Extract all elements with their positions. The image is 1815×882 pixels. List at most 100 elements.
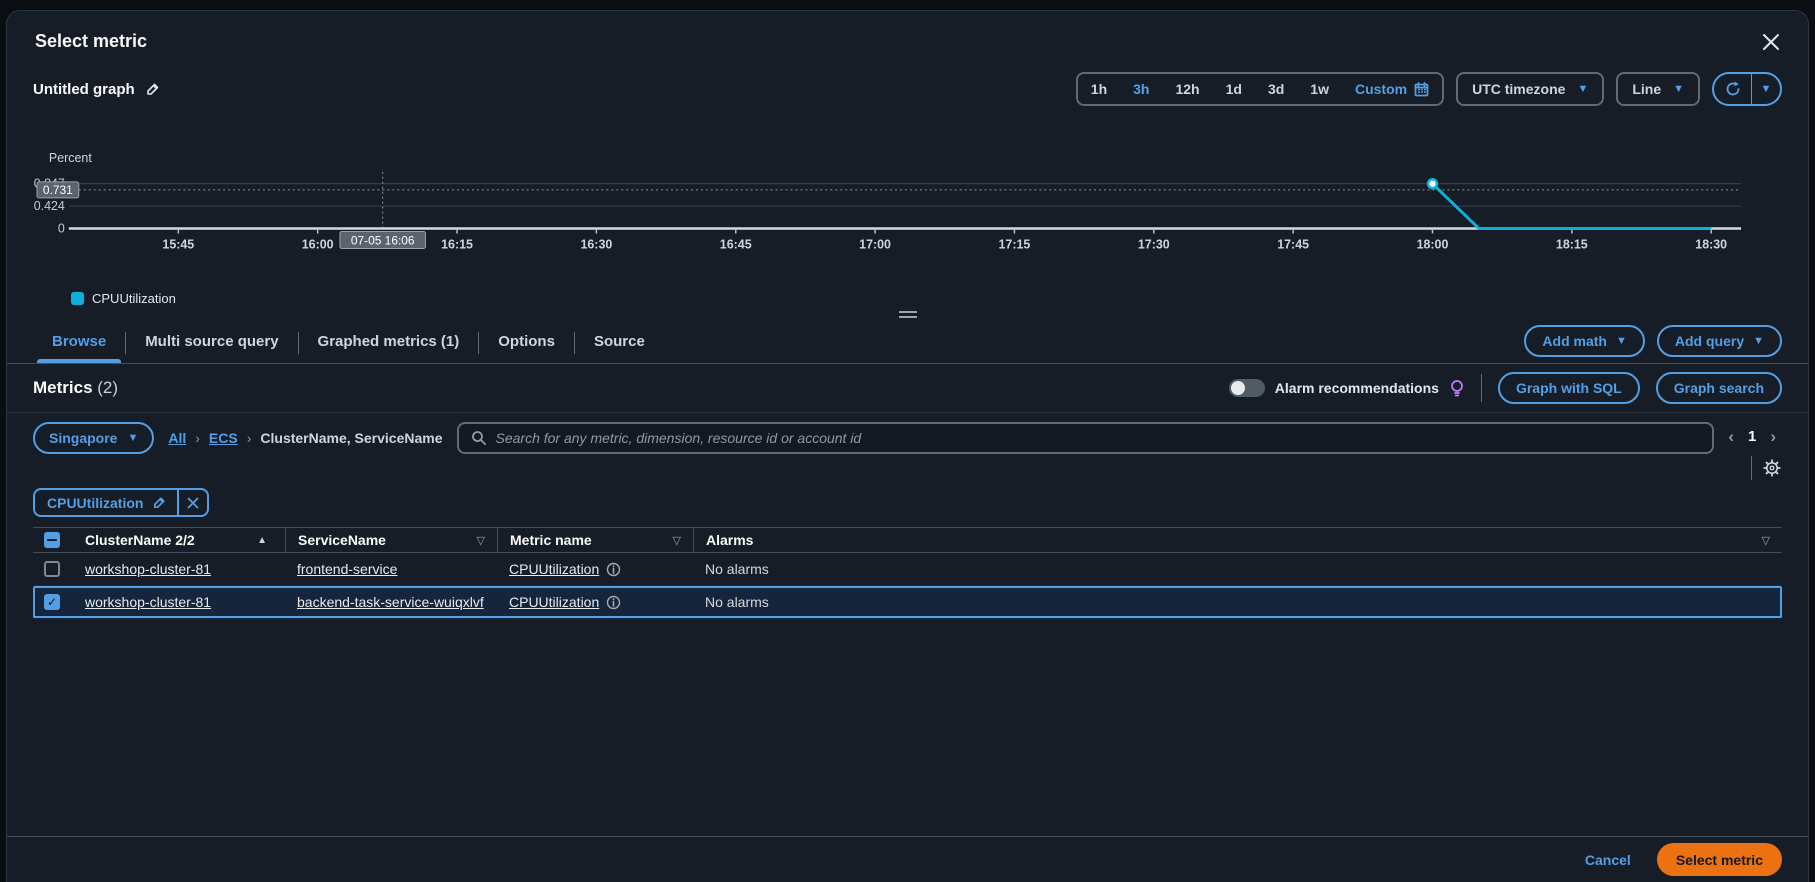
table-row-selected[interactable]: ✓ workshop-cluster-81 backend-task-servi… bbox=[33, 586, 1782, 619]
x-tick-label: 17:30 bbox=[1138, 237, 1170, 251]
chevron-down-icon: ▼ bbox=[1577, 83, 1589, 95]
edit-graph-name-icon[interactable] bbox=[145, 81, 161, 97]
graph-toolbar: Untitled graph 1h 3h 12h 1d 3d 1w Custom bbox=[7, 72, 1808, 106]
time-range-custom[interactable]: Custom bbox=[1342, 74, 1442, 104]
panel-resize-row bbox=[7, 306, 1808, 322]
crosshair-time-label: 07-05 16:06 bbox=[351, 233, 415, 247]
x-tick-label: 18:30 bbox=[1695, 237, 1727, 251]
time-range-3h-active[interactable]: 3h bbox=[1120, 74, 1162, 104]
select-metric-button[interactable]: Select metric bbox=[1656, 843, 1782, 876]
modal-title: Select metric bbox=[35, 31, 148, 51]
crosshair-value-label: 0.731 bbox=[43, 183, 73, 197]
graph-with-sql-button[interactable]: Graph with SQL bbox=[1497, 372, 1640, 404]
page-number: 1 bbox=[1747, 427, 1757, 445]
tab-options[interactable]: Options bbox=[479, 322, 574, 363]
breadcrumb: All › ECS › ClusterName, ServiceName bbox=[168, 422, 442, 454]
add-query-button[interactable]: Add query ▼ bbox=[1656, 324, 1782, 357]
time-range-1h[interactable]: 1h bbox=[1078, 74, 1120, 104]
chevron-down-icon: ▼ bbox=[1760, 83, 1772, 95]
chevron-down-icon: ▼ bbox=[1753, 334, 1764, 347]
sort-icon[interactable]: ▽ bbox=[477, 534, 485, 547]
close-icon[interactable] bbox=[1760, 31, 1782, 53]
breadcrumb-separator: › bbox=[195, 430, 200, 446]
tab-graphed-metrics[interactable]: Graphed metrics (1) bbox=[299, 322, 479, 363]
series-marker bbox=[1426, 178, 1439, 190]
page-previous-icon[interactable]: ‹ bbox=[1728, 428, 1734, 445]
line-chart-canvas: Percent0.8470.42400.73115:4516:0016:1516… bbox=[34, 151, 1742, 251]
row-checkbox-unchecked[interactable] bbox=[44, 561, 60, 577]
sort-icon[interactable]: ▽ bbox=[673, 534, 681, 547]
cancel-button[interactable]: Cancel bbox=[1585, 852, 1631, 868]
modal-footer: Cancel Select metric bbox=[7, 836, 1808, 882]
page-next-icon[interactable]: › bbox=[1770, 428, 1776, 445]
column-header-alarms[interactable]: Alarms ▽ bbox=[693, 528, 1782, 552]
chart-legend: CPUUtilization bbox=[71, 290, 1808, 306]
metric-link[interactable]: CPUUtilization bbox=[509, 594, 599, 610]
table-header-row: ClusterName 2/2 ▲ ServiceName ▽ Metric n… bbox=[33, 527, 1782, 553]
sort-ascending-icon[interactable]: ▲ bbox=[257, 535, 267, 546]
time-range-12h[interactable]: 12h bbox=[1162, 74, 1212, 104]
column-header-servicename[interactable]: ServiceName ▽ bbox=[285, 528, 497, 552]
metrics-table: ClusterName 2/2 ▲ ServiceName ▽ Metric n… bbox=[33, 527, 1782, 619]
lightbulb-icon bbox=[1451, 380, 1463, 397]
x-tick-label: 16:45 bbox=[720, 237, 752, 251]
x-tick-label: 18:00 bbox=[1417, 237, 1449, 251]
x-tick-label: 16:15 bbox=[441, 237, 473, 251]
timezone-dropdown[interactable]: UTC timezone ▼ bbox=[1456, 72, 1605, 106]
tab-multi-source-query[interactable]: Multi source query bbox=[126, 322, 297, 363]
time-range-1d[interactable]: 1d bbox=[1213, 74, 1255, 104]
x-tick-label: 18:15 bbox=[1556, 237, 1588, 251]
refresh-options-button[interactable]: ▼ bbox=[1752, 74, 1780, 104]
info-icon[interactable] bbox=[606, 595, 621, 610]
legend-color-swatch bbox=[71, 291, 84, 305]
chevron-down-icon: ▼ bbox=[1673, 83, 1684, 95]
region-dropdown[interactable]: Singapore ▼ bbox=[33, 422, 155, 454]
chart-type-dropdown[interactable]: Line ▼ bbox=[1616, 72, 1700, 106]
breadcrumb-separator: › bbox=[246, 430, 252, 446]
edit-filter-icon[interactable] bbox=[152, 495, 167, 510]
breadcrumb-ecs-link[interactable]: ECS bbox=[209, 430, 238, 446]
row-checkbox-checked[interactable]: ✓ bbox=[44, 594, 60, 610]
drag-handle-icon[interactable] bbox=[898, 310, 917, 318]
x-tick-label: 17:45 bbox=[1277, 237, 1309, 251]
x-tick-label: 15:45 bbox=[162, 237, 194, 251]
x-tick-label: 17:15 bbox=[999, 237, 1031, 251]
cluster-link[interactable]: workshop-cluster-81 bbox=[85, 594, 211, 610]
service-link[interactable]: backend-task-service-wuiqxlvf bbox=[297, 594, 484, 610]
search-input[interactable] bbox=[495, 430, 1701, 446]
graph-search-button[interactable]: Graph search bbox=[1655, 372, 1782, 404]
alarm-recommendations-toggle[interactable] bbox=[1228, 379, 1265, 397]
breadcrumb-all-link[interactable]: All bbox=[168, 430, 186, 446]
legend-label[interactable]: CPUUtilization bbox=[92, 291, 176, 306]
metrics-header-bar: Metrics (2) Alarm recommendations Graph … bbox=[7, 364, 1808, 413]
table-row[interactable]: workshop-cluster-81 frontend-service CPU… bbox=[33, 553, 1782, 586]
calendar-icon bbox=[1414, 81, 1429, 96]
table-settings-gear-icon[interactable] bbox=[1762, 458, 1782, 478]
refresh-icon bbox=[1726, 81, 1739, 96]
add-math-button[interactable]: Add math ▼ bbox=[1524, 324, 1645, 357]
chevron-down-icon: ▼ bbox=[1615, 334, 1627, 347]
alarm-recommendations-label: Alarm recommendations bbox=[1274, 380, 1439, 396]
column-header-clustername[interactable]: ClusterName 2/2 ▲ bbox=[73, 528, 285, 552]
metric-chart[interactable]: Percent0.8470.42400.73115:4516:0016:1516… bbox=[33, 132, 1782, 284]
select-metric-modal: Select metric Untitled graph 1h 3h 12h 1… bbox=[6, 10, 1809, 882]
metric-filter-row: Singapore ▼ All › ECS › ClusterName, Ser… bbox=[7, 413, 1808, 480]
chevron-down-icon: ▼ bbox=[127, 432, 139, 444]
metric-link[interactable]: CPUUtilization bbox=[509, 561, 599, 577]
tab-browse[interactable]: Browse bbox=[33, 322, 125, 363]
remove-filter-icon[interactable] bbox=[177, 490, 207, 515]
service-link[interactable]: frontend-service bbox=[297, 561, 397, 577]
info-icon[interactable] bbox=[606, 562, 621, 577]
time-range-3d[interactable]: 3d bbox=[1255, 74, 1297, 104]
cluster-link[interactable]: workshop-cluster-81 bbox=[85, 561, 211, 577]
select-all-checkbox[interactable] bbox=[44, 532, 60, 548]
tab-source[interactable]: Source bbox=[575, 322, 664, 363]
metrics-count: (2) bbox=[97, 378, 119, 397]
time-range-group: 1h 3h 12h 1d 3d 1w Custom bbox=[1075, 72, 1445, 106]
sort-icon[interactable]: ▽ bbox=[1762, 534, 1770, 547]
time-range-1w[interactable]: 1w bbox=[1297, 74, 1342, 104]
filter-tag-body[interactable]: CPUUtilization bbox=[35, 490, 177, 515]
pagination: ‹ 1 › bbox=[1728, 422, 1782, 450]
refresh-button[interactable] bbox=[1714, 74, 1752, 104]
column-header-metric-name[interactable]: Metric name ▽ bbox=[497, 528, 693, 552]
